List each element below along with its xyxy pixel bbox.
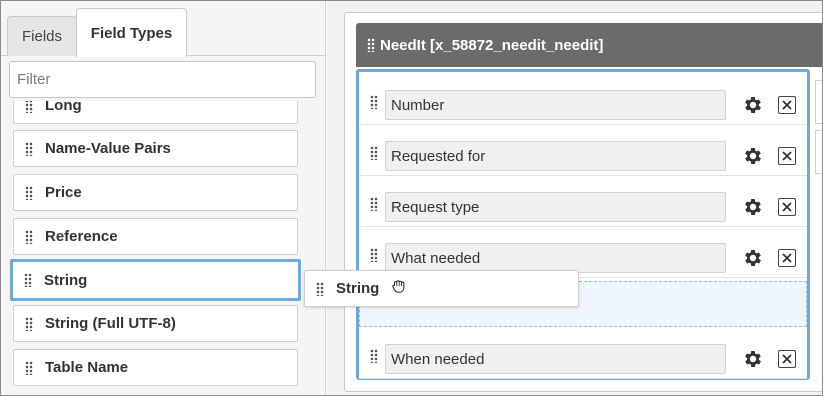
field-type-item-reference[interactable]: Reference	[13, 218, 298, 255]
drag-handle-icon[interactable]	[25, 316, 33, 331]
form-field-label: Request type	[385, 192, 726, 222]
gear-icon[interactable]	[742, 196, 764, 218]
field-type-item-string[interactable]: String	[10, 259, 301, 301]
grab-hand-cursor-icon	[392, 280, 405, 293]
form-field-row[interactable]: Request type	[359, 181, 807, 227]
section-header[interactable]: NeedIt [x_58872_needit_needit]	[356, 23, 823, 67]
gear-icon[interactable]	[742, 247, 764, 269]
drag-handle-icon[interactable]	[370, 349, 378, 363]
drag-handle-icon[interactable]	[370, 248, 378, 262]
drag-handle-icon[interactable]	[25, 360, 33, 375]
field-palette-panel: Fields Field Types Long Name-Value Pairs…	[0, 0, 326, 396]
second-column-edge	[815, 80, 823, 124]
second-column-edge	[815, 130, 823, 174]
form-field-label: What needed	[385, 243, 726, 273]
field-type-label: Long	[45, 101, 82, 114]
dragged-field-label: String	[336, 280, 380, 297]
drag-handle-icon[interactable]	[370, 95, 378, 109]
gear-icon[interactable]	[742, 94, 764, 116]
drag-handle-icon[interactable]	[25, 141, 33, 156]
tab-field-types[interactable]: Field Types	[76, 8, 187, 57]
field-type-label: String (Full UTF-8)	[45, 315, 176, 332]
drag-handle-icon[interactable]	[25, 185, 33, 200]
list-scrollbar[interactable]	[312, 101, 322, 396]
close-icon[interactable]	[778, 96, 796, 114]
form-field-label: Number	[385, 90, 726, 120]
field-type-list: Long Name-Value Pairs Price Reference St…	[0, 101, 325, 396]
field-type-item-string-full-utf8[interactable]: String (Full UTF-8)	[13, 305, 298, 342]
close-icon[interactable]	[778, 249, 796, 267]
filter-input[interactable]	[9, 61, 316, 98]
field-type-label: Name-Value Pairs	[45, 140, 171, 157]
field-type-label: Table Name	[45, 359, 129, 376]
form-field-row[interactable]: Requested for	[359, 130, 807, 176]
field-type-label: String	[44, 271, 88, 289]
form-field-label: When needed	[385, 344, 726, 374]
form-field-label: Requested for	[385, 141, 726, 171]
field-type-item-price[interactable]: Price	[13, 174, 298, 211]
drag-handle-icon[interactable]	[370, 197, 378, 211]
tab-fields[interactable]: Fields	[7, 16, 77, 56]
field-type-item-name-value-pairs[interactable]: Name-Value Pairs	[13, 130, 298, 167]
form-field-row[interactable]: When needed	[359, 333, 807, 379]
palette-tabs: Fields Field Types	[0, 0, 325, 57]
field-type-item-table-name[interactable]: Table Name	[13, 349, 298, 386]
field-type-label: Reference	[45, 228, 118, 245]
gear-icon[interactable]	[742, 348, 764, 370]
gear-icon[interactable]	[742, 145, 764, 167]
drag-handle-icon[interactable]	[25, 229, 33, 244]
drag-handle-icon[interactable]	[24, 273, 32, 287]
field-type-label: Price	[45, 184, 82, 201]
drag-handle-icon[interactable]	[370, 146, 378, 160]
close-icon[interactable]	[778, 147, 796, 165]
section-title: NeedIt [x_58872_needit_needit]	[380, 36, 604, 54]
close-icon[interactable]	[778, 350, 796, 368]
drag-handle-icon[interactable]	[25, 101, 33, 113]
field-type-item-long[interactable]: Long	[13, 101, 298, 124]
form-field-row[interactable]: Number	[359, 79, 807, 125]
drag-handle-icon[interactable]	[316, 281, 324, 296]
dragged-field-type[interactable]: String	[304, 270, 579, 307]
drag-handle-icon[interactable]	[367, 38, 375, 52]
close-icon[interactable]	[778, 198, 796, 216]
